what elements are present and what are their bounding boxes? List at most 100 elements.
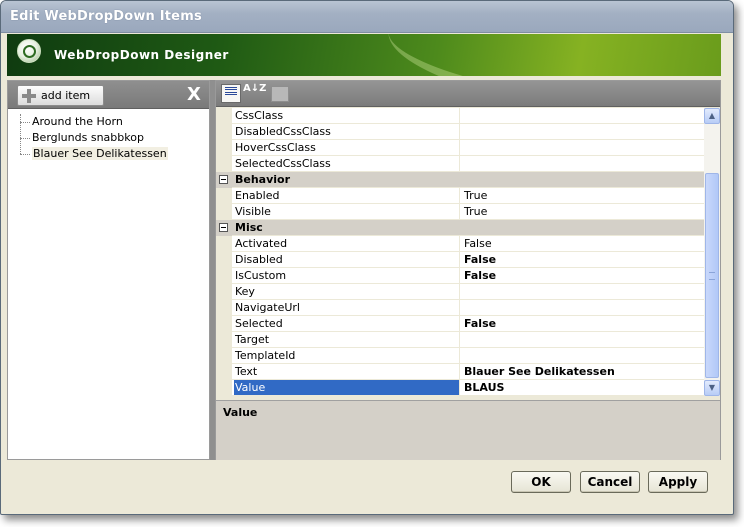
property-description-title: Value [223, 406, 258, 419]
property-name: NavigateUrl [234, 300, 460, 315]
cancel-button[interactable]: Cancel [580, 471, 640, 493]
property-name: Disabled [234, 252, 460, 267]
property-name: Enabled [234, 188, 460, 203]
property-row[interactable]: HoverCssClass [216, 140, 704, 156]
row-gutter [216, 108, 232, 124]
items-toolbar: add item X [8, 81, 209, 109]
property-name: Value [234, 380, 460, 395]
designer-title: WebDropDown Designer [54, 48, 229, 62]
row-gutter [216, 332, 232, 348]
items-tree: Around the Horn Berglunds snabbkop Blaue… [20, 114, 205, 162]
property-grid-scrollbar[interactable]: ▲ ▼ [704, 108, 720, 396]
property-grid-toolbar: A↓Z [216, 81, 720, 107]
property-row[interactable]: Text Blauer See Delikatessen [216, 364, 704, 380]
scroll-thumb[interactable] [705, 173, 719, 378]
row-gutter [216, 300, 232, 316]
designer-banner: WebDropDown Designer [7, 34, 721, 76]
tree-item[interactable]: Berglunds snabbkop [20, 130, 205, 146]
property-value[interactable]: False [464, 316, 704, 331]
property-row[interactable]: Disabled False [216, 252, 704, 268]
row-gutter [216, 268, 232, 284]
property-name: Selected [234, 316, 460, 331]
window-title: Edit WebDropDown Items [10, 9, 202, 24]
property-name: HoverCssClass [234, 140, 460, 155]
property-value[interactable]: BLAUS [464, 380, 704, 395]
property-value[interactable]: Blauer See Delikatessen [464, 364, 704, 379]
row-gutter [216, 348, 232, 364]
collapse-icon[interactable] [219, 175, 228, 184]
property-value[interactable]: True [464, 204, 704, 219]
property-value[interactable]: False [464, 236, 704, 251]
property-name: Target [234, 332, 460, 347]
items-panel: add item X Around the Horn Berglunds sna… [7, 80, 210, 460]
property-value[interactable] [464, 348, 704, 363]
category-label: Behavior [235, 173, 291, 186]
property-value[interactable]: True [464, 188, 704, 203]
property-value[interactable] [464, 300, 704, 315]
row-gutter [216, 252, 232, 268]
property-description-pane: Value [216, 400, 720, 460]
property-row[interactable]: Selected False [216, 316, 704, 332]
row-gutter [216, 236, 232, 252]
row-gutter [216, 204, 232, 220]
property-value[interactable] [464, 156, 704, 171]
property-name: Activated [234, 236, 460, 251]
row-gutter [216, 284, 232, 300]
property-name: TemplateId [234, 348, 460, 363]
add-item-label: add item [41, 89, 91, 102]
property-row[interactable]: Activated False [216, 236, 704, 252]
row-gutter [216, 188, 232, 204]
property-pages-icon[interactable] [271, 86, 289, 102]
infragistics-logo-icon [17, 39, 41, 63]
ok-button[interactable]: OK [511, 471, 571, 493]
property-value[interactable] [464, 124, 704, 139]
property-row[interactable]: IsCustom False [216, 268, 704, 284]
scroll-up-icon[interactable]: ▲ [704, 108, 720, 124]
property-grid-panel: A↓Z CssClass DisabledCssClass HoverCssClas… [215, 80, 721, 460]
alphabetical-sort-icon[interactable]: A↓Z [243, 84, 266, 103]
property-value[interactable] [464, 140, 704, 155]
property-name: SelectedCssClass [234, 156, 460, 171]
dialog-window: Edit WebDropDown Items WebDropDown Desig… [0, 0, 734, 515]
property-value[interactable] [464, 332, 704, 347]
row-gutter [216, 380, 232, 396]
scroll-down-icon[interactable]: ▼ [704, 380, 720, 396]
property-row[interactable]: CssClass [216, 108, 704, 124]
property-row-selected[interactable]: Value BLAUS [216, 380, 704, 396]
property-value[interactable]: False [464, 252, 704, 267]
property-row[interactable]: DisabledCssClass [216, 124, 704, 140]
property-row[interactable]: Enabled True [216, 188, 704, 204]
tree-item[interactable]: Around the Horn [20, 114, 205, 130]
property-row[interactable]: TemplateId [216, 348, 704, 364]
property-name: DisabledCssClass [234, 124, 460, 139]
collapse-icon[interactable] [219, 223, 228, 232]
category-label: Misc [235, 221, 263, 234]
property-value[interactable]: False [464, 268, 704, 283]
row-gutter [216, 124, 232, 140]
row-gutter [216, 316, 232, 332]
property-name: Text [234, 364, 460, 379]
property-value[interactable] [464, 284, 704, 299]
property-category-row[interactable]: Behavior [216, 172, 704, 188]
property-row[interactable]: SelectedCssClass [216, 156, 704, 172]
property-grid: CssClass DisabledCssClass HoverCssClass Sel… [216, 108, 704, 396]
add-item-button[interactable]: add item [17, 85, 104, 106]
row-gutter [216, 364, 232, 380]
property-row[interactable]: NavigateUrl [216, 300, 704, 316]
plus-icon [22, 88, 36, 103]
property-value[interactable] [464, 108, 704, 123]
property-category-row[interactable]: Misc [216, 220, 704, 236]
tree-item-selected[interactable]: Blauer See Delikatessen [20, 146, 205, 162]
property-name: IsCustom [234, 268, 460, 283]
delete-item-icon[interactable]: X [186, 86, 202, 104]
property-name: Visible [234, 204, 460, 219]
categorized-view-icon[interactable] [221, 84, 241, 103]
row-gutter [216, 140, 232, 156]
property-row[interactable]: Visible True [216, 204, 704, 220]
property-row[interactable]: Key [216, 284, 704, 300]
property-name: CssClass [234, 108, 460, 123]
property-row[interactable]: Target [216, 332, 704, 348]
apply-button[interactable]: Apply [648, 471, 708, 493]
title-bar[interactable]: Edit WebDropDown Items [1, 1, 733, 33]
property-name: Key [234, 284, 460, 299]
